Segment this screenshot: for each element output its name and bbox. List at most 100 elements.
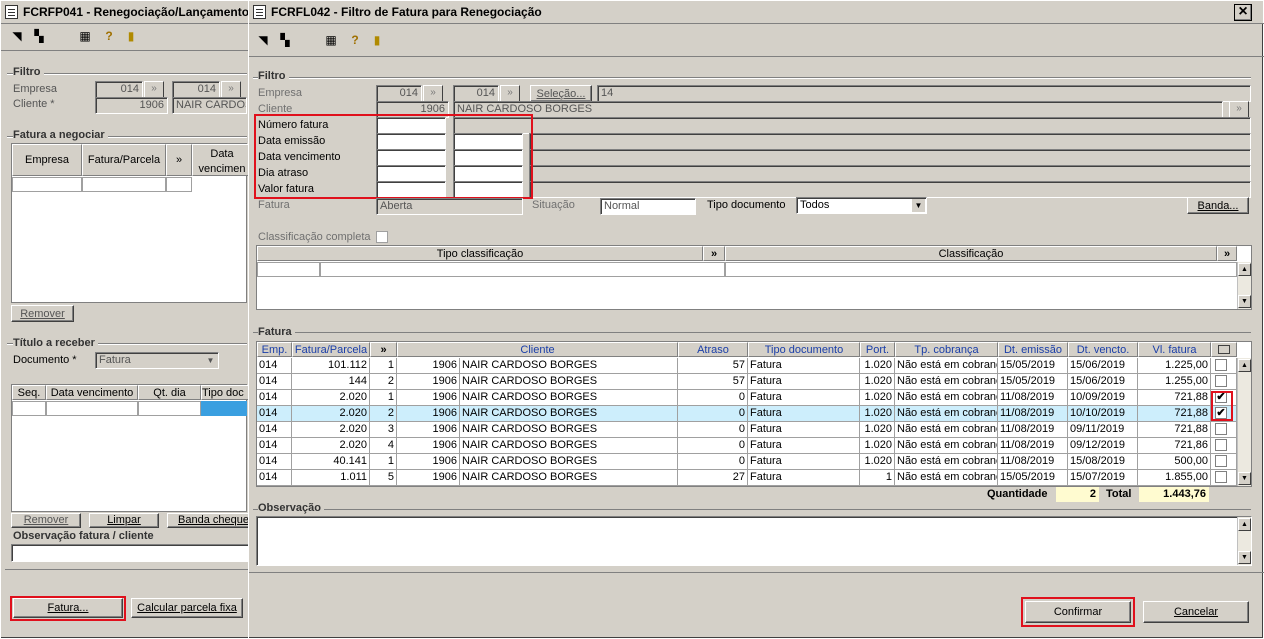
back-empresa-field-2[interactable]: 014 (172, 81, 220, 98)
fatura-status-field[interactable]: Aberta (376, 198, 523, 215)
cell-fatura: 101.112 (292, 358, 370, 374)
observacao-field[interactable] (256, 516, 1252, 566)
row-checkbox[interactable] (1215, 439, 1227, 451)
door-icon[interactable]: ▮ (123, 28, 139, 44)
classificacao-completa-checkbox[interactable] (376, 231, 388, 243)
grid-header-dt-emiss-o[interactable]: Dt. emissão (998, 342, 1068, 357)
data-emissao-from[interactable] (376, 133, 446, 150)
empresa2-lookup[interactable]: » (500, 85, 520, 102)
cell-cobranca: Não está em cobrança (895, 390, 998, 406)
selecao-field[interactable]: 14 (597, 85, 1251, 102)
cell-emp: 014 (257, 374, 292, 390)
help-icon[interactable]: ? (347, 32, 363, 48)
close-button[interactable]: × (1234, 4, 1252, 21)
data-vencimento-from[interactable] (376, 149, 446, 166)
situacao-field[interactable]: Normal (600, 198, 696, 215)
cell-cliente: NAIR CARDOSO BORGES (460, 390, 678, 406)
grid-header-tp-cobran-a[interactable]: Tp. cobrança (895, 342, 998, 357)
exit-icon[interactable]: ◥ (9, 28, 25, 44)
calculator-icon[interactable]: ▦ (323, 32, 339, 48)
grid-header-port[interactable]: Port. (860, 342, 895, 357)
cell-valor: 721,88 (1138, 406, 1211, 422)
fatura-grid-scrollbar[interactable]: ▲ ▼ (1237, 358, 1251, 486)
observacao-fatura-field[interactable] (11, 544, 251, 562)
observacao-scrollbar[interactable]: ▲ ▼ (1237, 517, 1251, 565)
row-checkbox[interactable] (1215, 455, 1227, 467)
row-checkbox[interactable] (1215, 471, 1227, 483)
cell-emissao: 11/08/2019 (998, 438, 1068, 454)
row-checkbox[interactable] (1215, 423, 1227, 435)
cliente-name-field[interactable]: NAIR CARDOSO BORGES (453, 101, 1223, 118)
selecao-button[interactable]: Seleção... (530, 85, 592, 102)
grid-header-atraso[interactable]: Atraso (678, 342, 748, 357)
tr-header-vencimento[interactable]: Data vencimento (46, 385, 138, 400)
classificacao-header[interactable]: Classificação (725, 246, 1217, 261)
fn-header-expand[interactable]: » (166, 144, 192, 176)
banda-button[interactable]: Banda... (1187, 197, 1249, 214)
situacao-label: Situação (532, 199, 575, 211)
help-icon[interactable]: ? (101, 28, 117, 44)
back-empresa2-lookup[interactable]: » (221, 81, 241, 98)
grid-header-vl-fatura[interactable]: Vl. fatura (1138, 342, 1211, 357)
limpar-button[interactable]: Limpar (89, 513, 159, 528)
grid-header-cliente[interactable]: Cliente (397, 342, 678, 357)
windows-icon[interactable]: ▚ (31, 28, 47, 44)
tr-header-tipodoc[interactable]: Tipo doc (201, 385, 251, 400)
calculator-icon[interactable]: ▦ (77, 28, 93, 44)
numero-fatura-field[interactable] (376, 117, 446, 134)
grid-header-fatura-parcela[interactable]: Fatura/Parcela (292, 342, 370, 357)
cancelar-button[interactable]: Cancelar (1143, 601, 1249, 623)
exit-icon[interactable]: ◥ (255, 32, 271, 48)
valor-fatura-from[interactable] (376, 181, 446, 198)
cliente-code-field[interactable]: 1906 (376, 101, 449, 118)
banda-cheque-button[interactable]: Banda cheque (167, 513, 251, 528)
tipo-documento-select[interactable]: Todos ▼ (796, 197, 927, 214)
back-cliente-code[interactable]: 1906 (95, 97, 168, 114)
row-checkbox[interactable] (1215, 375, 1227, 387)
classificacao-expand[interactable]: » (1217, 246, 1237, 261)
tr-header-qtdia[interactable]: Qt. dia (138, 385, 201, 400)
cliente-lookup[interactable]: » (1229, 101, 1249, 118)
cell-tipo: Fatura (748, 438, 860, 454)
windows-icon[interactable]: ▚ (277, 32, 293, 48)
fatura-button[interactable]: Fatura... (13, 598, 123, 618)
empresa-field[interactable]: 014 (376, 85, 422, 102)
fn-header-fatura[interactable]: Fatura/Parcela (82, 144, 166, 176)
select-all-header[interactable] (1211, 342, 1237, 357)
documento-select[interactable]: Fatura ▼ (95, 352, 219, 369)
row-checkbox[interactable] (1215, 359, 1227, 371)
back-empresa-lookup[interactable]: » (144, 81, 164, 98)
filtro-dialog: FCRFL042 - Filtro de Fatura para Renegoc… (248, 0, 1264, 639)
grid-header-dt-vencto[interactable]: Dt. vencto. (1068, 342, 1138, 357)
confirmar-button[interactable]: Confirmar (1025, 601, 1131, 623)
valor-fatura-to[interactable] (453, 181, 523, 198)
dia-atraso-to[interactable] (453, 165, 523, 182)
grid-header-emp[interactable]: Emp. (257, 342, 292, 357)
classificacao-scrollbar[interactable]: ▲ ▼ (1237, 262, 1251, 309)
tipo-classificacao-header[interactable]: Tipo classificação (257, 246, 703, 261)
quantidade-value: 2 (1056, 487, 1099, 502)
chevron-down-icon[interactable]: ▼ (204, 354, 217, 367)
dia-atraso-from[interactable] (376, 165, 446, 182)
row-checkbox[interactable]: ✔ (1215, 391, 1227, 403)
data-vencimento-to[interactable] (453, 149, 523, 166)
tr-header-seq[interactable]: Seq. (12, 385, 46, 400)
back-filtro-label: Filtro (13, 66, 44, 78)
remover-button[interactable]: Remover (11, 305, 74, 322)
remover-titulo-button[interactable]: Remover (11, 513, 81, 528)
data-emissao-to[interactable] (453, 133, 523, 150)
tipo-classificacao-expand[interactable]: » (703, 246, 725, 261)
back-cliente-name[interactable]: NAIR CARDOSO (172, 97, 247, 114)
empresa-lookup[interactable]: » (423, 85, 443, 102)
calcular-parcela-button[interactable]: Calcular parcela fixa (131, 598, 243, 618)
grid-header-tipo-documento[interactable]: Tipo documento (748, 342, 860, 357)
fn-header-empresa[interactable]: Empresa (12, 144, 82, 176)
chevron-down-icon[interactable]: ▼ (912, 199, 925, 212)
back-empresa-field[interactable]: 014 (95, 81, 143, 98)
row-checkbox[interactable]: ✔ (1215, 407, 1227, 419)
door-icon[interactable]: ▮ (369, 32, 385, 48)
cell-emissao: 15/05/2019 (998, 374, 1068, 390)
grid-header-[interactable]: » (370, 342, 397, 357)
empresa-field-2[interactable]: 014 (453, 85, 499, 102)
fn-header-vencimento[interactable]: Data vencimen (192, 144, 252, 176)
